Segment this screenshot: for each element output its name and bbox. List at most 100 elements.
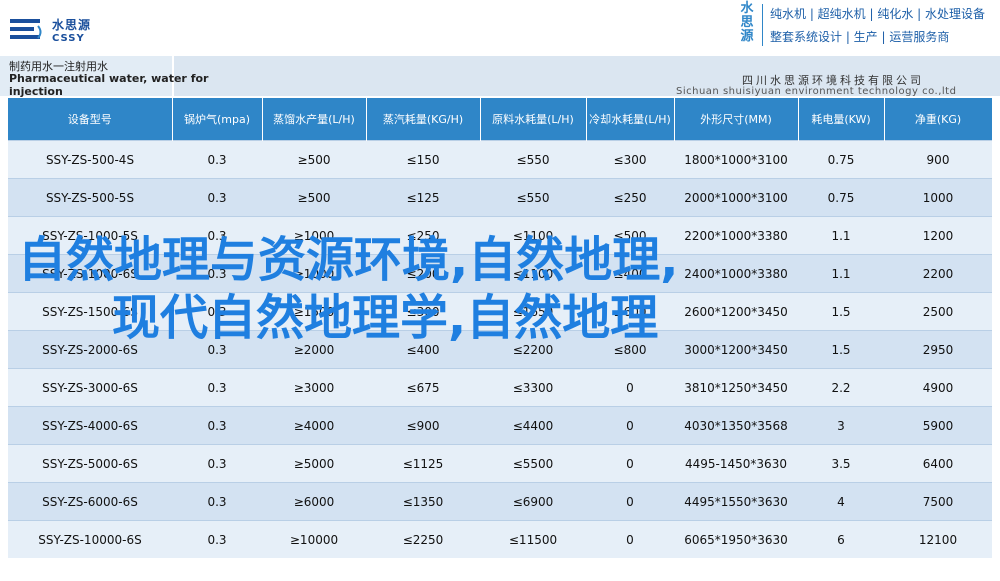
table-cell: ≤4400 bbox=[480, 406, 586, 445]
column-header: 耗电量(KW) bbox=[798, 98, 885, 141]
product-title: 制药用水一注射用水 Pharmaceutical water, water fo… bbox=[0, 56, 208, 98]
table-cell: SSY-ZS-6000-6S bbox=[8, 482, 172, 521]
brand-vertical-title: 水 思 源 bbox=[736, 2, 758, 44]
table-cell: 0.3 bbox=[172, 178, 262, 217]
table-cell: 0 bbox=[586, 482, 674, 521]
table-cell: 0.3 bbox=[172, 406, 262, 445]
brand-vertical-char: 水 bbox=[740, 1, 754, 16]
column-header: 蒸汽耗量(KG/H) bbox=[366, 98, 481, 141]
table-cell: ≤675 bbox=[366, 368, 480, 407]
table-cell: ≥500 bbox=[262, 140, 366, 179]
table-cell: 6400 bbox=[884, 444, 992, 483]
table-cell: 12100 bbox=[884, 520, 992, 558]
table-cell: SSY-ZS-500-5S bbox=[8, 178, 172, 217]
table-cell: SSY-ZS-2000-6S bbox=[8, 330, 172, 369]
table-cell: SSY-ZS-10000-6S bbox=[8, 520, 172, 558]
logo-water-icon bbox=[10, 19, 42, 39]
table-cell: ≥5000 bbox=[262, 444, 366, 483]
table-cell: ≤125 bbox=[366, 178, 480, 217]
company-logo[interactable]: 水思源 CSSY bbox=[8, 14, 103, 50]
table-cell: 0 bbox=[586, 520, 674, 558]
column-header: 原料水耗量(L/H) bbox=[480, 98, 587, 141]
table-cell: SSY-ZS-1000-6S bbox=[8, 254, 172, 293]
table-cell: ≥4000 bbox=[262, 406, 366, 445]
table-cell: ≤2250 bbox=[366, 520, 480, 558]
table-cell: ≥1000 bbox=[262, 254, 366, 293]
table-cell: 1.5 bbox=[798, 292, 884, 331]
table-cell: 1800*1000*3100 bbox=[674, 140, 798, 179]
table-cell: 4495-1450*3630 bbox=[674, 444, 798, 483]
table-row: SSY-ZS-10000-6S 0.3 ≥10000 ≤2250 ≤11500 0 6065… bbox=[8, 520, 992, 558]
table-cell: 2200*1000*3380 bbox=[674, 216, 798, 255]
logo-name-cn: 水思源 bbox=[52, 18, 92, 32]
table-cell: 900 bbox=[884, 140, 992, 179]
table-cell: 6065*1950*3630 bbox=[674, 520, 798, 558]
brand-vertical-char: 思 bbox=[740, 15, 754, 30]
table-cell: 4030*1350*3568 bbox=[674, 406, 798, 445]
table-cell: ≤300 bbox=[366, 292, 480, 331]
table-cell: 1.1 bbox=[798, 254, 884, 293]
logo-name-en: CSSY bbox=[52, 33, 85, 44]
table-header-row: 设备型号 锅炉气(mpa) 蒸馏水产量(L/H) 蒸汽耗量(KG/H) 原料水耗量(L/… bbox=[8, 98, 993, 141]
table-cell: 3000*1200*3450 bbox=[674, 330, 798, 369]
table-cell: ≤550 bbox=[480, 140, 586, 179]
table-cell: SSY-ZS-4000-6S bbox=[8, 406, 172, 445]
table-cell: ≥1500 bbox=[262, 292, 366, 331]
table-cell: 2200 bbox=[884, 254, 992, 293]
column-header: 净重(KG) bbox=[884, 98, 993, 141]
table-body: SSY-ZS-500-4S 0.3 ≥500 ≤150 ≤550 ≤300 1800*100… bbox=[8, 140, 992, 558]
brand-banner: 水 思 源 纯水机 | 超纯水机 | 纯化水 | 水处理设备 整套系统设计 | … bbox=[736, 2, 996, 48]
table-cell: 0.3 bbox=[172, 368, 262, 407]
table-cell: ≤250 bbox=[586, 178, 674, 217]
table-row: SSY-ZS-6000-6S 0.3 ≥6000 ≤1350 ≤6900 0 4495*15… bbox=[8, 482, 992, 521]
table-cell: SSY-ZS-3000-6S bbox=[8, 368, 172, 407]
brand-tagline-1: 纯水机 | 超纯水机 | 纯化水 | 水处理设备 bbox=[770, 7, 986, 21]
table-cell: 2950 bbox=[884, 330, 992, 369]
table-cell: 0.3 bbox=[172, 330, 262, 369]
column-header: 设备型号 bbox=[8, 98, 173, 141]
table-cell: 3 bbox=[798, 406, 884, 445]
brand-vertical-char: 源 bbox=[740, 29, 754, 44]
table-cell: ≤1650 bbox=[480, 292, 586, 331]
table-cell: ≤400 bbox=[366, 330, 480, 369]
table-cell: ≤3300 bbox=[480, 368, 586, 407]
table-cell: SSY-ZS-1500-6S bbox=[8, 292, 172, 331]
table-row: SSY-ZS-500-5S 0.3 ≥500 ≤125 ≤550 ≤250 2000*100… bbox=[8, 178, 992, 217]
table-cell: ≤250 bbox=[366, 216, 480, 255]
table-cell: 0.3 bbox=[172, 482, 262, 521]
table-cell: ≤1100 bbox=[480, 254, 586, 293]
table-cell: 2600*1200*3450 bbox=[674, 292, 798, 331]
table-cell: SSY-ZS-500-4S bbox=[8, 140, 172, 179]
table-cell: ≤800 bbox=[586, 330, 674, 369]
table-cell: 2500 bbox=[884, 292, 992, 331]
table-cell: ≤550 bbox=[480, 178, 586, 217]
table-cell: 1.1 bbox=[798, 216, 884, 255]
table-cell: 2000*1000*3100 bbox=[674, 178, 798, 217]
table-cell: 0.3 bbox=[172, 292, 262, 331]
table-row: SSY-ZS-2000-6S 0.3 ≥2000 ≤400 ≤2200 ≤800 3000*… bbox=[8, 330, 992, 369]
table-cell: ≥1000 bbox=[262, 216, 366, 255]
table-cell: ≤200 bbox=[366, 254, 480, 293]
table-cell: ≤5500 bbox=[480, 444, 586, 483]
table-row: SSY-ZS-3000-6S 0.3 ≥3000 ≤675 ≤3300 0 3810*125… bbox=[8, 368, 992, 407]
table-cell: 1200 bbox=[884, 216, 992, 255]
table-row: SSY-ZS-4000-6S 0.3 ≥4000 ≤900 ≤4400 0 4030*135… bbox=[8, 406, 992, 445]
column-header: 外形尺寸(MM) bbox=[674, 98, 799, 141]
table-cell: ≥10000 bbox=[262, 520, 366, 558]
table-cell: ≤400 bbox=[586, 254, 674, 293]
table-cell: 0 bbox=[586, 406, 674, 445]
table-cell: 4 bbox=[798, 482, 884, 521]
table-row: SSY-ZS-1000-5S 0.3 ≥1000 ≤250 ≤1100 ≤500 2200*… bbox=[8, 216, 992, 255]
table-cell: 0 bbox=[586, 368, 674, 407]
table-cell: 0.3 bbox=[172, 444, 262, 483]
brand-divider bbox=[762, 4, 763, 46]
table-cell: 0.3 bbox=[172, 216, 262, 255]
table-cell: ≤1100 bbox=[480, 216, 586, 255]
table-cell: 0.75 bbox=[798, 178, 884, 217]
table-cell: 6 bbox=[798, 520, 884, 558]
column-header: 冷却水耗量(L/H) bbox=[586, 98, 675, 141]
table-row: SSY-ZS-1500-6S 0.3 ≥1500 ≤300 ≤1650 ≤600 2600*… bbox=[8, 292, 992, 331]
table-cell: 3810*1250*3450 bbox=[674, 368, 798, 407]
table-cell: ≤900 bbox=[366, 406, 480, 445]
spec-table: 设备型号 锅炉气(mpa) 蒸馏水产量(L/H) 蒸汽耗量(KG/H) 原料水耗量(L/… bbox=[8, 98, 993, 558]
